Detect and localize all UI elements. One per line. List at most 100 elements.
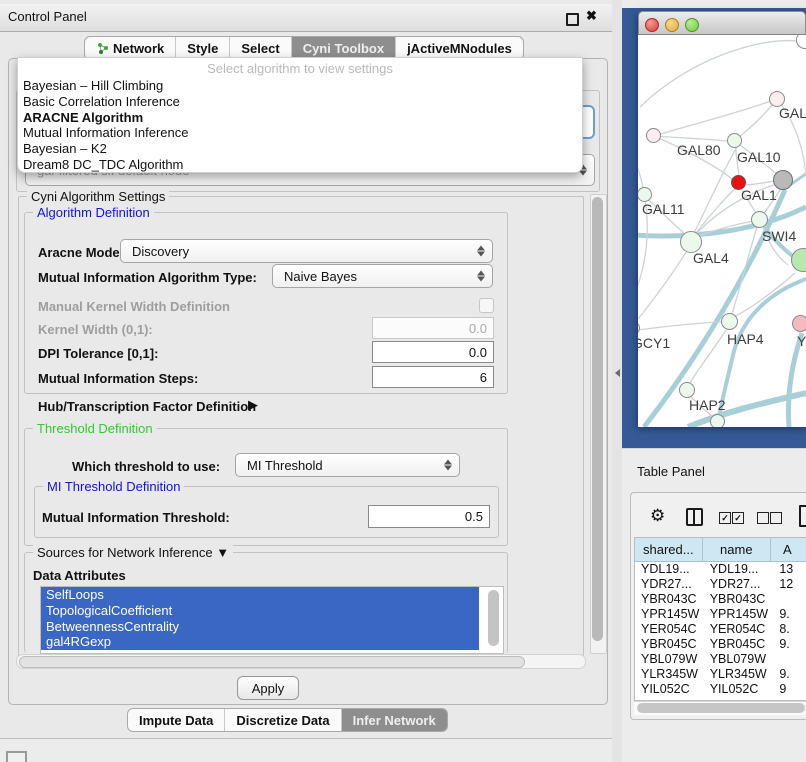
mi-steps-field[interactable]: 6 [372, 366, 494, 388]
attribute-item[interactable]: TopologicalCoefficient [41, 603, 479, 619]
table-hscrollbar-thumb[interactable] [637, 703, 805, 713]
export-table-icon[interactable] [799, 505, 806, 527]
node-label: GAL [779, 105, 806, 121]
algorithm-option-selected[interactable]: ARACNE Algorithm [18, 110, 582, 126]
network-canvas[interactable]: GAL GAL80 GAL10 GAL1 SWI4 GAL11 GAL4 GCY… [638, 35, 806, 427]
node-label: HAP2 [689, 397, 726, 413]
threshold-definition-title: Threshold Definition [33, 421, 157, 436]
attribute-item[interactable]: gal4RGexp [41, 634, 479, 650]
network-node-gal10[interactable] [727, 133, 742, 148]
kernel-width-field[interactable]: 0.0 [372, 317, 494, 339]
kernel-width-label: Kernel Width (0,1): [38, 322, 153, 337]
tab-jactivemnodules[interactable]: jActiveMNodules [396, 37, 523, 59]
network-node-swi4[interactable] [751, 211, 768, 228]
select-all-checkbox-icon[interactable]: ✓ [719, 512, 731, 524]
network-node-pink[interactable] [792, 315, 806, 332]
table-hscrollbar[interactable] [634, 701, 806, 715]
node-label: GAL11 [642, 201, 685, 217]
table-panel-title: Table Panel [637, 464, 705, 479]
mi-threshold-field[interactable]: 0.5 [368, 505, 490, 528]
algorithm-option[interactable]: Dream8 DC_TDC Algorithm [18, 157, 582, 173]
minimize-traffic-icon[interactable] [665, 18, 679, 32]
network-node-gal80[interactable] [646, 128, 661, 143]
tab-infer-network[interactable]: Infer Network [342, 709, 447, 731]
node-label: GAL4 [693, 250, 729, 266]
which-threshold-label: Which threshold to use: [72, 459, 220, 474]
tab-impute-data[interactable]: Impute Data [128, 709, 225, 731]
deselect-all-checkbox-icon2[interactable] [770, 512, 782, 524]
collapsed-icon[interactable]: ▶ [248, 397, 258, 413]
algorithm-definition-title: Algorithm Definition [33, 205, 154, 220]
close-icon[interactable]: ✖ [586, 8, 597, 24]
algorithm-option[interactable]: Bayesian – Hill Climbing [18, 78, 582, 94]
aracne-mode-combo[interactable]: Discovery [120, 239, 493, 263]
bottom-tabbar: Impute Data Discretize Data Infer Networ… [127, 708, 448, 732]
table-row[interactable]: YLR345W YLR345W 9. [635, 667, 806, 682]
node-label: GCY1 [638, 335, 670, 351]
combo-arrows-icon [477, 246, 485, 257]
select-all-checkbox-icon2[interactable]: ✓ [732, 512, 744, 524]
tab-select[interactable]: Select [230, 37, 291, 59]
node-label: GAL1 [741, 187, 777, 203]
table-row[interactable]: YIL052C YIL052C 9 [635, 682, 806, 697]
tab-cyni-toolbox[interactable]: Cyni Toolbox [292, 37, 396, 59]
gear-icon[interactable]: ⚙ [650, 506, 665, 526]
tab-style[interactable]: Style [176, 37, 230, 59]
list-vscrollbar-thumb[interactable] [488, 590, 499, 646]
settings-hscrollbar-thumb[interactable] [19, 656, 525, 668]
collapse-left-icon[interactable] [615, 369, 620, 377]
node-label: GAL10 [737, 149, 781, 165]
which-threshold-combo[interactable]: MI Threshold [235, 453, 460, 477]
table-row[interactable]: YDL19... YDL19... 13 [635, 562, 806, 577]
manual-kernel-checkbox[interactable] [479, 298, 494, 313]
table-row[interactable]: YPR145W YPR145W 9. [635, 607, 806, 622]
column-header-cut[interactable]: A [771, 538, 806, 562]
collapsed-panel-icon[interactable] [6, 751, 27, 762]
network-view-window[interactable]: GAL GAL80 GAL10 GAL1 SWI4 GAL11 GAL4 GCY… [638, 11, 806, 425]
algorithm-option[interactable]: Mutual Information Inference [18, 125, 582, 141]
attribute-item[interactable]: SelfLoops [41, 587, 479, 603]
table-row[interactable]: YBR043C YBR043C [635, 592, 806, 607]
mi-type-combo[interactable]: Naive Bayes [272, 264, 493, 288]
columns-icon[interactable] [686, 508, 703, 526]
combo-arrows-icon [477, 271, 485, 282]
node-label: GAL80 [677, 142, 721, 158]
panel-title: Control Panel [8, 9, 87, 24]
sources-title[interactable]: Sources for Network Inference ▼ [33, 545, 233, 560]
deselect-all-checkbox-icon[interactable] [757, 512, 769, 524]
dpi-tolerance-field[interactable]: 0.0 [372, 341, 494, 363]
manual-kernel-label: Manual Kernel Width Definition [38, 299, 230, 314]
attribute-item[interactable]: BetweennessCentrality [41, 619, 479, 635]
column-header-name[interactable]: name [703, 538, 771, 562]
column-header-shared-name[interactable]: shared... [635, 538, 703, 562]
zoom-traffic-icon[interactable] [685, 18, 699, 32]
tab-discretize-data[interactable]: Discretize Data [225, 709, 341, 731]
screen: Control Panel ✖ Network Style Select Cyn… [0, 0, 806, 762]
network-node-hap4[interactable] [721, 313, 738, 330]
close-traffic-icon[interactable] [645, 18, 659, 32]
tab-network-label: Network [113, 41, 164, 56]
panel-divider[interactable] [612, 0, 622, 762]
apply-button[interactable]: Apply [237, 676, 299, 700]
settings-vscrollbar-thumb[interactable] [592, 197, 603, 641]
aracne-mode-label: Aracne Mode: [38, 245, 124, 260]
mi-type-label: Mutual Information Algorithm Type: [38, 270, 257, 285]
data-attributes-list: SelfLoops TopologicalCoefficient Between… [40, 586, 504, 654]
tab-network[interactable]: Network [85, 37, 176, 59]
settings-vscrollbar[interactable] [590, 194, 607, 654]
control-panel-titlebar [0, 4, 612, 32]
network-node[interactable] [710, 414, 725, 427]
settings-hscrollbar[interactable] [16, 654, 586, 669]
table-row[interactable]: YBL079W YBL079W [635, 652, 806, 667]
algorithm-option[interactable]: Basic Correlation Inference [18, 94, 582, 110]
table-row[interactable]: YER054C YER054C 8. [635, 622, 806, 637]
table-row[interactable]: YBR045C YBR045C 9. [635, 637, 806, 652]
float-window-icon[interactable] [566, 13, 579, 26]
table-row[interactable]: YDR27... YDR27... 12 [635, 577, 806, 592]
hub-definition-label[interactable]: Hub/Transcription Factor Definition [38, 399, 256, 414]
node-table: shared... name A YDL19... YDL19... 13 YD… [634, 537, 806, 701]
node-label: HAP4 [727, 331, 764, 347]
network-window-titlebar[interactable] [638, 11, 806, 35]
network-node-hap2[interactable] [679, 382, 695, 398]
algorithm-option[interactable]: Bayesian – K2 [18, 141, 582, 157]
